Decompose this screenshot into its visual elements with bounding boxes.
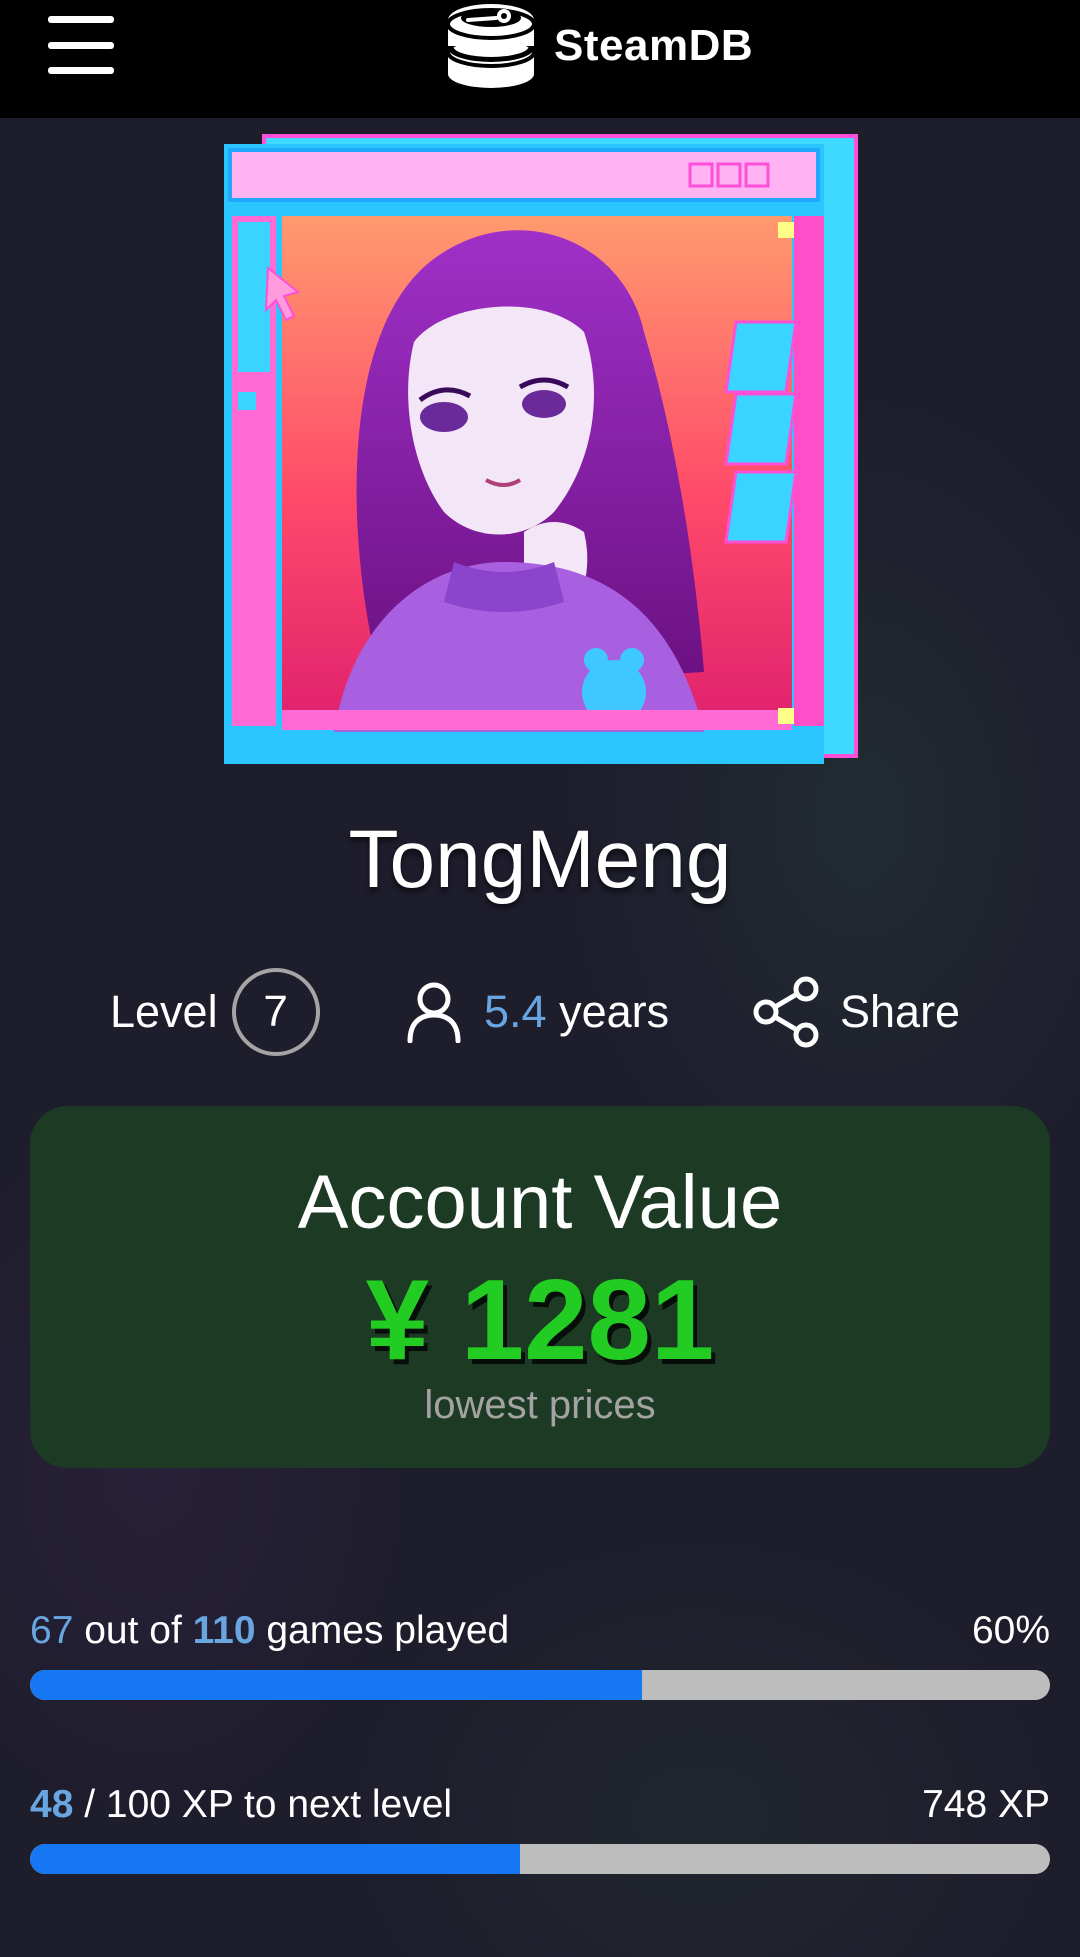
brand-name: SteamDB bbox=[554, 21, 754, 70]
username: TongMeng bbox=[348, 814, 732, 905]
level-label: Level bbox=[110, 986, 218, 1037]
years-value: 5.4 bbox=[484, 986, 547, 1037]
account-age-text: 5.4 years bbox=[484, 986, 669, 1038]
games-played-text: 67 out of 110 games played bbox=[30, 1609, 509, 1653]
xp-progress: 48 / 100 XP to next level 748 XP bbox=[30, 1780, 1050, 1874]
xp-progress-fill bbox=[30, 1844, 520, 1874]
account-value-card: Account Value ¥ 1281 lowest prices bbox=[30, 1106, 1050, 1468]
xp-progress-text: 48 / 100 XP to next level bbox=[30, 1783, 452, 1827]
years-unit: years bbox=[546, 986, 670, 1037]
games-played-percent: 60% bbox=[971, 1609, 1050, 1652]
xp-rest: / 100 XP to next level bbox=[73, 1783, 453, 1826]
games-progress-track bbox=[30, 1670, 1050, 1700]
xp-total: 748 XP bbox=[922, 1783, 1050, 1826]
xp-current: 48 bbox=[30, 1783, 74, 1826]
account-value-subtitle: lowest prices bbox=[424, 1383, 656, 1427]
account-value-amount: ¥ 1281 bbox=[365, 1257, 715, 1384]
share-icon bbox=[753, 976, 819, 1048]
games-out-of: out of bbox=[73, 1609, 193, 1652]
games-progress-fill bbox=[30, 1670, 642, 1700]
profile-stats-row: Level 7 5.4 years Share bbox=[0, 962, 1080, 1062]
brand-link[interactable]: SteamDB bbox=[444, 0, 753, 92]
steamdb-logo-icon bbox=[446, 4, 536, 88]
level-indicator: Level 7 bbox=[110, 962, 320, 1062]
profile-avatar bbox=[224, 132, 860, 768]
xp-progress-track bbox=[30, 1844, 1050, 1874]
account-value-title: Account Value bbox=[297, 1160, 783, 1245]
user-icon bbox=[407, 982, 461, 1043]
level-badge: 7 bbox=[231, 968, 320, 1056]
share-button[interactable]: Share bbox=[752, 962, 960, 1062]
games-played-progress: 67 out of 110 games played 60% bbox=[30, 1606, 1050, 1700]
share-label: Share bbox=[840, 986, 961, 1037]
games-total-count: 110 bbox=[192, 1609, 256, 1652]
hamburger-menu-icon[interactable] bbox=[48, 16, 114, 74]
top-navigation-bar: SteamDB bbox=[0, 0, 1080, 118]
games-suffix: games played bbox=[255, 1609, 510, 1652]
account-age: 5.4 years bbox=[404, 962, 669, 1062]
games-played-count: 67 bbox=[30, 1609, 74, 1652]
